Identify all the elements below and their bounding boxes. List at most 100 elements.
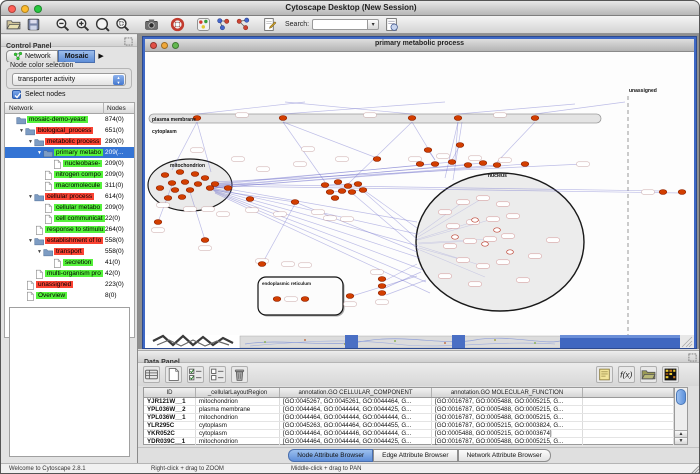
tree-expand-icon[interactable]: ▼: [27, 238, 34, 244]
network-node[interactable]: [479, 161, 487, 166]
network-node[interactable]: [678, 190, 686, 195]
dropdown-stepper-icon[interactable]: ▲▼: [113, 75, 124, 85]
network-node[interactable]: [454, 116, 462, 121]
network-node[interactable]: [181, 180, 189, 185]
tree-row-mosaic-demo-yeast[interactable]: mosaic-demo-yeast874(0): [5, 114, 134, 125]
filter-icon[interactable]: [384, 17, 399, 32]
network-tree-header[interactable]: Network Nodes: [4, 102, 135, 114]
network-node[interactable]: [194, 182, 202, 187]
network-canvas[interactable]: plasma membranecytoplasmmitochondrionnuc…: [145, 52, 694, 348]
function-icon[interactable]: f(x): [618, 366, 635, 383]
vizmapper-icon[interactable]: [196, 17, 211, 32]
tree-row-biological-process[interactable]: ▼biological_process651(0): [5, 125, 134, 136]
network-node[interactable]: [378, 277, 386, 282]
delete-attribute-icon[interactable]: [231, 366, 248, 383]
network-node[interactable]: [178, 195, 186, 200]
network-node[interactable]: [291, 200, 299, 205]
network-node[interactable]: [456, 143, 464, 148]
network-view-frame[interactable]: primary metabolic process plasma membran…: [143, 37, 696, 348]
table-row[interactable]: YLR295Ccytoplasm[GO:0045263, GO:0044464,…: [144, 422, 674, 430]
column-header-empty[interactable]: [583, 388, 674, 397]
tree-row-metabolic-process[interactable]: ▼metabolic process280(0): [5, 136, 134, 147]
network-node[interactable]: [176, 170, 184, 175]
birds-eye-view-panel[interactable]: [9, 307, 130, 457]
network-node[interactable]: [331, 196, 339, 201]
network-node[interactable]: [344, 184, 352, 189]
network-node[interactable]: [348, 190, 356, 195]
tree-expand-icon[interactable]: ▼: [36, 249, 43, 255]
column-header-ID[interactable]: ID: [144, 388, 196, 397]
layout-nodes-icon[interactable]: [216, 17, 231, 32]
network-node[interactable]: [416, 162, 424, 167]
annotation-icon[interactable]: [262, 17, 277, 32]
zoom-in-icon[interactable]: [75, 17, 90, 32]
network-node[interactable]: [186, 188, 194, 193]
node-color-dropdown[interactable]: transporter activity ▲▼: [12, 73, 126, 86]
table-row[interactable]: YDR039C__1mitochondrion[GO:0044464, GO:0…: [144, 438, 674, 446]
tree-row-establishment-of-lo[interactable]: ▼establishment of lo558(0): [5, 235, 134, 246]
network-node[interactable]: [378, 284, 386, 289]
tree-expand-icon[interactable]: ▼: [27, 194, 34, 200]
tab-mosaic[interactable]: Mosaic: [58, 50, 96, 63]
tree-row-nitrogen-compo[interactable]: nitrogen compo209(0): [5, 169, 134, 180]
network-node[interactable]: [493, 163, 501, 168]
network-node[interactable]: [321, 183, 329, 188]
network-node[interactable]: [201, 176, 209, 181]
tree-row-overview[interactable]: Overview8(0): [5, 290, 134, 301]
column-header-annotation.GO MOLECULAR_FUNCTION[interactable]: annotation.GO MOLECULAR_FUNCTION: [432, 388, 583, 397]
network-node[interactable]: [659, 190, 667, 195]
tree-row-response-to-stimulu[interactable]: response to stimulu264(0): [5, 224, 134, 235]
snapshot-icon[interactable]: [144, 17, 159, 32]
table-row[interactable]: YKR052Ccytoplasm[GO:0044464, GO:0044446,…: [144, 430, 674, 438]
network-node[interactable]: [464, 163, 472, 168]
tree-row-secretion[interactable]: secretion41(0): [5, 257, 134, 268]
layout-arrange-icon[interactable]: [236, 17, 251, 32]
new-attribute-icon[interactable]: [165, 366, 182, 383]
tab-overflow-arrow[interactable]: ▶: [98, 52, 103, 60]
network-node[interactable]: [246, 197, 254, 202]
search-dropdown-arrow[interactable]: ▾: [368, 19, 379, 30]
network-node[interactable]: [354, 182, 362, 187]
network-node[interactable]: [408, 116, 416, 121]
network-node[interactable]: [258, 262, 266, 267]
tree-row-cellular-metabo[interactable]: cellular metabo209(0): [5, 202, 134, 213]
network-node[interactable]: [452, 235, 459, 239]
network-node[interactable]: [472, 218, 479, 222]
tree-expand-icon[interactable]: ▼: [18, 128, 25, 134]
zoom-selected-icon[interactable]: [115, 17, 130, 32]
save-icon[interactable]: [26, 17, 41, 32]
attribute-table[interactable]: ID_cellularLayoutRegionannotation.GO CEL…: [143, 387, 675, 445]
table-row[interactable]: YPL036W__2plasma membrane[GO:0044464, GO…: [144, 406, 674, 414]
float-panel-icon[interactable]: [124, 37, 133, 46]
network-node[interactable]: [154, 220, 162, 225]
window-titlebar[interactable]: Cytoscape Desktop (New Session): [1, 1, 700, 16]
tree-row-nucleobase-[interactable]: nucleobase-209(0): [5, 158, 134, 169]
network-node[interactable]: [171, 188, 179, 193]
tab-edge-attribute-browser[interactable]: Edge Attribute Browser: [373, 449, 457, 462]
select-nodes-checkbox[interactable]: [12, 90, 21, 99]
attribute-table-icon[interactable]: [143, 366, 160, 383]
network-node[interactable]: [373, 157, 381, 162]
column-header-_cellularLayoutRegion[interactable]: _cellularLayoutRegion: [196, 388, 280, 397]
zoom-out-icon[interactable]: [55, 17, 70, 32]
network-node[interactable]: [279, 116, 287, 121]
help-icon[interactable]: [170, 17, 185, 32]
scroll-up-icon[interactable]: ▲: [675, 430, 687, 437]
network-node[interactable]: [448, 160, 456, 165]
network-node[interactable]: [326, 190, 334, 195]
network-node[interactable]: [164, 196, 172, 201]
tab-network-attribute-browser[interactable]: Network Attribute Browser: [458, 449, 551, 462]
tab-node-attribute-browser[interactable]: Node Attribute Browser: [288, 449, 373, 462]
heatmap-icon[interactable]: [662, 366, 679, 383]
network-node[interactable]: [494, 228, 501, 232]
table-row[interactable]: YPL036W__1mitochondrion[GO:0044464, GO:0…: [144, 414, 674, 422]
network-node[interactable]: [301, 297, 309, 302]
network-node[interactable]: [507, 250, 514, 254]
tree-row-primary-metabo[interactable]: ▼primary metabo209(...: [5, 147, 134, 158]
network-node[interactable]: [156, 186, 164, 191]
tree-row-cell-communicat[interactable]: cell communicat22(0): [5, 213, 134, 224]
tree-row-multi-organism-pro[interactable]: multi-organism pro42(0): [5, 268, 134, 279]
network-node[interactable]: [211, 182, 219, 187]
float-data-panel-icon[interactable]: [688, 353, 697, 362]
network-node[interactable]: [338, 189, 346, 194]
